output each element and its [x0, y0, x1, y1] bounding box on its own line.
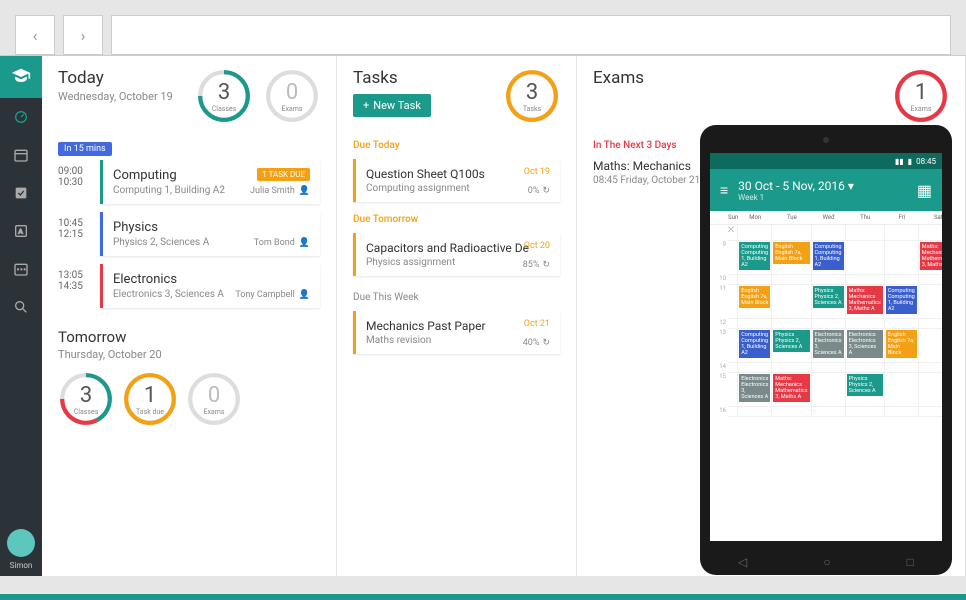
- calendar-event[interactable]: Electronics Electronics 3, Sciences A: [813, 330, 844, 358]
- class-card: Computing Computing 1, Building A2 1 TAS…: [100, 160, 320, 204]
- battery-icon: ▮: [908, 157, 912, 166]
- tablet-status-bar: ▮▮ ▮ 08:45: [710, 153, 942, 169]
- calendar-event[interactable]: Electronics Electronics 3, Sciences A: [847, 330, 883, 358]
- class-card: Physics Physics 2, Sciences A Tom Bond 👤: [100, 212, 320, 256]
- tomorrow-section: Tomorrow Thursday, October 20 3Classes 1…: [42, 316, 336, 427]
- bottom-accent: [0, 594, 966, 600]
- sync-icon: ↻: [542, 338, 550, 348]
- calendar-event[interactable]: Physics Physics 2, Sciences A: [847, 374, 883, 396]
- chevron-down-icon[interactable]: ▾: [848, 179, 854, 193]
- nav-calendar-icon[interactable]: [0, 136, 42, 174]
- tasks-title: Tasks: [353, 68, 492, 88]
- calendar-today-icon[interactable]: ▦: [917, 181, 932, 200]
- browser-chrome: ‹ ›: [0, 0, 966, 56]
- tablet-header: ≡ 30 Oct - 5 Nov, 2016 ▾ Week 1 ▦: [710, 169, 942, 211]
- classes-ring: 3Classes: [196, 68, 252, 124]
- back-button[interactable]: ‹: [15, 15, 55, 55]
- person-icon: 👤: [299, 290, 310, 300]
- nav-search-icon[interactable]: [0, 288, 42, 326]
- teacher-label: Tom Bond 👤: [254, 238, 310, 248]
- new-task-button[interactable]: +New Task: [353, 94, 431, 117]
- due-tomorrow-label: Due Tomorrow: [337, 210, 576, 229]
- teacher-label: Tony Campbell 👤: [235, 290, 310, 300]
- tablet-screen: ▮▮ ▮ 08:45 ≡ 30 Oct - 5 Nov, 2016 ▾ Week…: [710, 153, 942, 541]
- exams-count-ring: 1Exams: [893, 68, 949, 124]
- android-home-icon[interactable]: ○: [823, 555, 830, 569]
- nav-dashboard-icon[interactable]: [0, 98, 42, 136]
- time-until-badge: In 15 mins: [58, 142, 112, 156]
- exams-ring: 0Exams: [264, 68, 320, 124]
- calendar-event[interactable]: English English 7a, Main Block: [886, 330, 917, 358]
- class-row[interactable]: 13:0514:35 Electronics Electronics 3, Sc…: [42, 264, 336, 308]
- due-week-label: Due This Week: [337, 284, 576, 307]
- calendar-event[interactable]: Computing Computing 1, Building A2: [813, 242, 844, 270]
- svg-text:A: A: [18, 228, 23, 236]
- nav-schedule-icon[interactable]: [0, 250, 42, 288]
- due-today-label: Due Today: [337, 136, 576, 155]
- calendar-event[interactable]: English English 7a, Main Block: [739, 286, 770, 308]
- task-card[interactable]: Question Sheet Q100s Computing assignmen…: [353, 159, 560, 202]
- task-due-badge: 1 TASK DUE: [257, 168, 310, 181]
- tablet-time: 08:45: [916, 157, 936, 166]
- calendar-event[interactable]: Computing Computing 1, Building A2: [739, 330, 770, 358]
- calendar-event[interactable]: Computing Computing 1, Building A2: [886, 286, 917, 314]
- app-logo[interactable]: [0, 56, 42, 98]
- tablet-camera: [823, 137, 829, 143]
- calendar-event[interactable]: Physics Physics 2, Sciences A: [813, 286, 844, 308]
- tomorrow-date: Thursday, October 20: [58, 348, 320, 361]
- class-card: Electronics Electronics 3, Sciences A To…: [100, 264, 320, 308]
- task-card[interactable]: Mechanics Past Paper Maths revision Oct …: [353, 311, 560, 354]
- android-back-icon[interactable]: ◁: [738, 555, 747, 569]
- tasks-column: Tasks +New Task 3Tasks Due Today Questio…: [337, 56, 577, 576]
- sidebar: A Simon: [0, 56, 42, 576]
- tablet-frame: ▮▮ ▮ 08:45 ≡ 30 Oct - 5 Nov, 2016 ▾ Week…: [700, 125, 952, 575]
- forward-button[interactable]: ›: [63, 15, 103, 55]
- calendar-event[interactable]: English English 7a, Main Block: [773, 242, 809, 264]
- user-name: Simon: [10, 561, 33, 570]
- calendar-event[interactable]: Maths: Mechanics Mathematics 3, Maths A: [920, 242, 942, 270]
- today-date: Wednesday, October 19: [58, 90, 184, 103]
- calendar-event[interactable]: Maths: Mechanics Mathematics 3, Maths A: [773, 374, 809, 402]
- class-row[interactable]: 10:4512:15 Physics Physics 2, Sciences A…: [42, 212, 336, 256]
- task-card[interactable]: Capacitors and Radioactive De Physics as…: [353, 233, 560, 276]
- calendar-grid: SunMonTueWedThuFriSat⛌9Computing Computi…: [710, 211, 942, 417]
- nav-exams-icon[interactable]: A: [0, 212, 42, 250]
- tomorrow-title: Tomorrow: [58, 328, 320, 346]
- calendar-event[interactable]: Physics Physics 2, Sciences A: [773, 330, 809, 352]
- android-recent-icon[interactable]: □: [907, 555, 914, 569]
- sync-icon: ↻: [542, 186, 550, 196]
- user-avatar[interactable]: [7, 529, 35, 557]
- sync-icon: ↻: [542, 260, 550, 270]
- calendar-event[interactable]: Computing Computing 1, Building A2: [739, 242, 770, 270]
- class-row[interactable]: 09:0010:30 Computing Computing 1, Buildi…: [42, 160, 336, 204]
- hamburger-icon[interactable]: ≡: [720, 182, 728, 199]
- person-icon: 👤: [299, 238, 310, 248]
- person-icon: 👤: [299, 186, 310, 196]
- plus-icon: +: [363, 99, 369, 112]
- nav-tasks-icon[interactable]: [0, 174, 42, 212]
- tasks-ring: 3Tasks: [504, 68, 560, 124]
- exams-title: Exams: [593, 68, 881, 88]
- teacher-label: Julia Smith 👤: [250, 186, 310, 196]
- today-title: Today: [58, 68, 184, 88]
- calendar-event[interactable]: Maths: Mechanics Mathematics 3, Maths A: [847, 286, 883, 314]
- today-column: Today Wednesday, October 19 3Classes 0Ex…: [42, 56, 337, 576]
- url-bar[interactable]: [111, 15, 951, 55]
- calendar-event[interactable]: Electronics Electronics 3, Sciences A: [739, 374, 770, 402]
- tablet-nav-bar: ◁ ○ □: [700, 555, 952, 569]
- signal-icon: ▮▮: [895, 157, 904, 166]
